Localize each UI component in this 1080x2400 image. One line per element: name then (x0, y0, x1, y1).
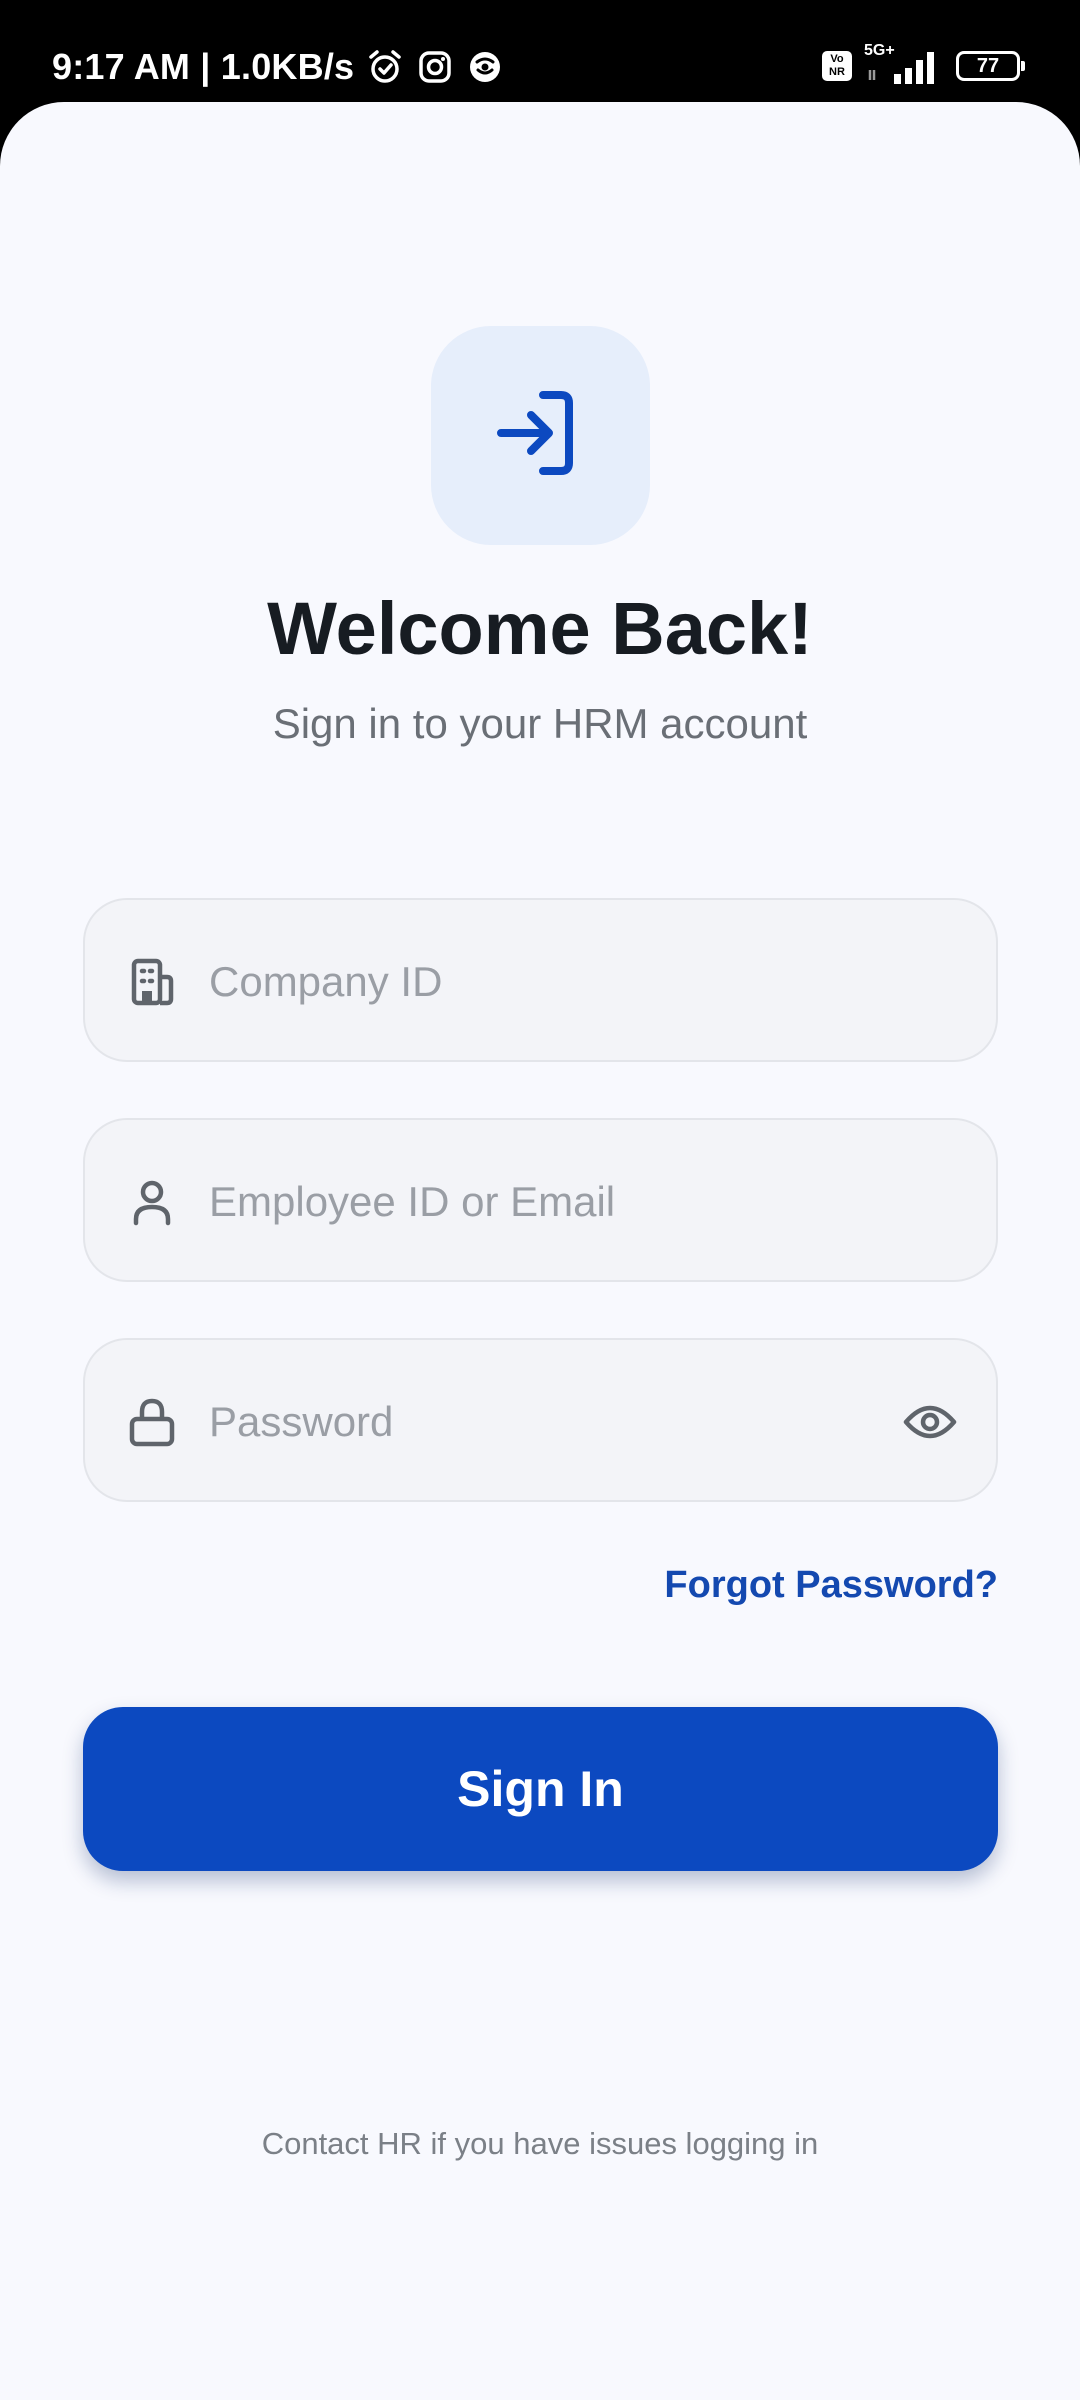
status-time: 9:17 AM | 1.0KB/s (52, 46, 355, 87)
login-arrow-icon (491, 383, 591, 488)
login-screen: Welcome Back! Sign in to your HRM accoun… (0, 102, 1080, 2400)
status-right: Vo NR 5G+ 77 (822, 42, 1025, 88)
sign-in-button[interactable]: Sign In (83, 1707, 998, 1871)
password-field[interactable] (83, 1338, 998, 1502)
app-logo (431, 326, 650, 545)
page-subtitle: Sign in to your HRM account (272, 700, 808, 747)
alarm-icon (366, 48, 404, 86)
status-bar: 9:17 AM | 1.0KB/s Vo NR 5G+ 77 (0, 0, 1080, 104)
status-left: 9:17 AM | 1.0KB/s (52, 42, 504, 92)
company-id-field[interactable] (83, 898, 998, 1062)
page-title: Welcome Back! (267, 587, 813, 670)
forgot-password-link[interactable]: Forgot Password? (664, 1564, 998, 1607)
eye-icon[interactable] (902, 1395, 958, 1449)
vpn-icon (466, 48, 504, 86)
volte-badge: Vo NR (822, 51, 852, 81)
password-input[interactable] (209, 1370, 909, 1474)
lock-icon (125, 1395, 179, 1449)
company-id-input[interactable] (209, 930, 909, 1034)
building-icon (125, 955, 179, 1009)
signal-icon: 5G+ (864, 42, 942, 86)
employee-id-field[interactable] (83, 1118, 998, 1282)
battery-icon: 77 (956, 51, 1025, 81)
user-icon (125, 1175, 179, 1229)
instagram-icon (416, 48, 454, 86)
contact-hr-note: Contact HR if you have issues logging in (261, 2126, 819, 2161)
employee-id-input[interactable] (209, 1150, 909, 1254)
